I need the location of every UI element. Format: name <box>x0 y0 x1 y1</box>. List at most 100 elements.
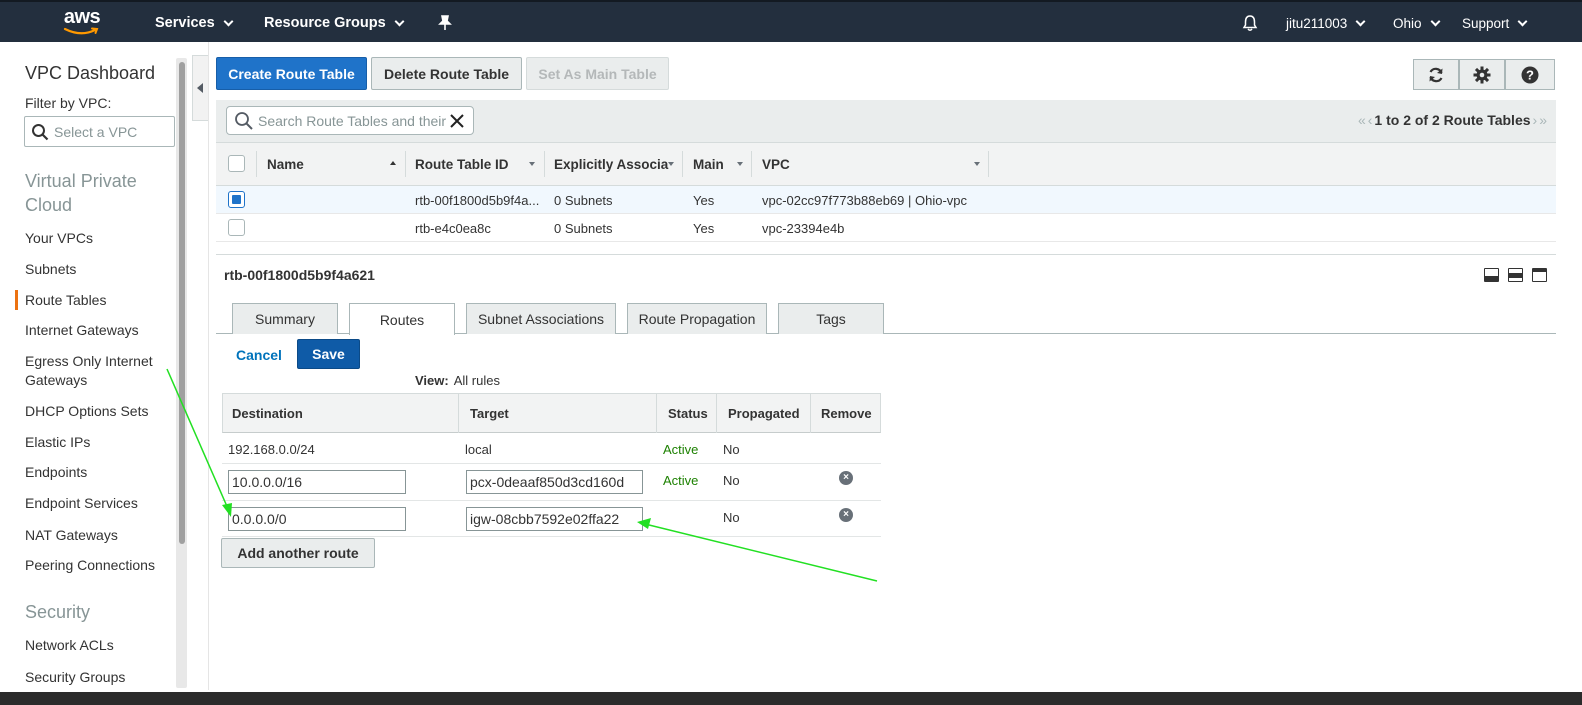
search-input[interactable] <box>258 112 448 129</box>
sidebar-item-endpoint-services[interactable]: Endpoint Services <box>25 494 138 513</box>
pushpin-icon[interactable] <box>438 2 452 44</box>
add-another-route-button[interactable]: Add another route <box>221 538 375 568</box>
routes-column-remove: Remove <box>821 405 872 421</box>
route-propagated-text: No <box>723 510 740 525</box>
svg-text:?: ? <box>1526 67 1534 82</box>
sidebar-item-elastic-ips[interactable]: Elastic IPs <box>25 433 90 452</box>
chevron-down-icon <box>1355 16 1366 26</box>
sidebar-item-network-acls[interactable]: Network ACLs <box>25 636 114 655</box>
remove-route-icon[interactable]: × <box>839 508 853 522</box>
help-button[interactable]: ? <box>1505 59 1555 90</box>
route-status-text: Active <box>663 473 699 488</box>
section-virtual-private-cloud: Virtual Private Cloud <box>25 171 137 215</box>
layout-bottom-icon[interactable] <box>1484 268 1499 282</box>
route-row-divider <box>222 500 881 501</box>
resource-groups-menu[interactable]: Resource Groups <box>264 2 405 44</box>
route-destination-input[interactable] <box>228 470 406 494</box>
view-value: All rules <box>453 373 500 388</box>
prev-page-icon[interactable]: ‹ <box>1368 112 1373 128</box>
services-menu[interactable]: Services <box>155 2 234 44</box>
tab-subnet-associations[interactable]: Subnet Associations <box>466 303 616 334</box>
window-bottom-edge <box>0 692 1582 705</box>
column-header-vpc[interactable]: VPC <box>762 142 790 186</box>
first-page-icon[interactable]: « <box>1358 112 1366 128</box>
column-divider <box>656 393 657 433</box>
route-destination-input[interactable] <box>228 507 406 531</box>
view-filter[interactable]: View: All rules <box>415 373 500 388</box>
column-divider <box>751 151 752 177</box>
row-route-table-id-cell: rtb-00f1800d5b9f4a... <box>415 193 540 208</box>
layout-top-icon[interactable] <box>1532 268 1547 282</box>
region-menu[interactable]: Ohio <box>1393 2 1440 44</box>
vpc-filter-select[interactable]: Select a VPC <box>24 116 175 147</box>
sidebar-item-subnets[interactable]: Subnets <box>25 260 76 279</box>
row-checkbox[interactable] <box>228 191 245 208</box>
row-associations-cell: 0 Subnets <box>554 193 613 208</box>
tab-routes[interactable]: Routes <box>349 303 455 335</box>
row-vpc-cell: vpc-23394e4b <box>762 221 845 236</box>
create-route-table-button[interactable]: Create Route Table <box>216 57 367 90</box>
annotation-arrow-line <box>644 523 878 582</box>
sort-icon[interactable] <box>529 162 535 166</box>
settings-button[interactable] <box>1459 59 1505 90</box>
sidebar-item-peering-connections[interactable]: Peering Connections <box>25 556 155 575</box>
help-icon: ? <box>1521 66 1539 83</box>
sidebar-item-route-tables[interactable]: Route Tables <box>14 290 106 310</box>
sidebar-divider <box>208 42 209 690</box>
sidebar-item-egress-only-internet-gateways[interactable]: Egress Only Internet Gateways <box>25 352 165 390</box>
sidebar-item-endpoints[interactable]: Endpoints <box>25 463 87 482</box>
route-destination-text: 192.168.0.0/24 <box>228 442 315 457</box>
tab-tags[interactable]: Tags <box>778 303 884 334</box>
refresh-button[interactable] <box>1413 59 1459 90</box>
column-header-name[interactable]: Name <box>267 142 304 186</box>
sidebar-item-nat-gateways[interactable]: NAT Gateways <box>25 526 118 545</box>
support-menu[interactable]: Support <box>1462 2 1528 44</box>
route-target-text: local <box>465 442 492 457</box>
section-security: Security <box>25 602 91 622</box>
account-menu[interactable]: jitu211003 <box>1286 2 1366 44</box>
aws-logo[interactable]: aws <box>60 7 104 37</box>
remove-route-icon[interactable]: × <box>839 471 853 485</box>
tab-route-propagation[interactable]: Route Propagation <box>627 303 767 334</box>
row-route-table-id-cell: rtb-e4c0ea8c <box>415 221 491 236</box>
select-all-checkbox[interactable] <box>228 155 245 172</box>
vpc-dashboard-link[interactable]: VPC Dashboard <box>25 63 155 84</box>
clear-search-icon[interactable] <box>450 113 464 128</box>
top-nav-bar: aws Services Resource Groups jitu211003 … <box>0 0 1582 42</box>
row-main-cell: Yes <box>693 193 715 208</box>
search-route-tables-field[interactable] <box>226 106 474 135</box>
delete-route-table-button[interactable]: Delete Route Table <box>371 57 522 90</box>
bell-icon[interactable] <box>1242 2 1258 44</box>
sidebar-item-dhcp-options-sets[interactable]: DHCP Options Sets <box>25 402 148 421</box>
next-page-icon[interactable]: › <box>1533 112 1538 128</box>
row-vpc-cell: vpc-02cc97f773b88eb69 | Ohio-vpc <box>762 193 968 208</box>
detail-panel-divider[interactable] <box>216 254 1556 255</box>
route-target-input[interactable] <box>466 470 643 494</box>
chevron-left-icon <box>197 83 203 93</box>
sidebar: VPC Dashboard Filter by VPC: Select a VP… <box>0 42 186 692</box>
sidebar-item-security-groups[interactable]: Security Groups <box>25 668 125 687</box>
column-header-main[interactable]: Main <box>693 142 724 186</box>
last-page-icon[interactable]: » <box>1539 112 1547 128</box>
sort-asc-icon[interactable] <box>390 161 396 165</box>
save-button[interactable]: Save <box>297 339 360 369</box>
sidebar-item-internet-gateways[interactable]: Internet Gateways <box>25 321 139 340</box>
row-checkbox[interactable] <box>228 219 245 236</box>
cancel-button[interactable]: Cancel <box>236 347 282 363</box>
view-label: View: <box>415 373 449 388</box>
tab-summary[interactable]: Summary <box>232 303 338 334</box>
search-icon <box>32 123 49 140</box>
set-as-main-table-button[interactable]: Set As Main Table <box>526 57 669 90</box>
column-header-route-table-id[interactable]: Route Table ID <box>415 142 509 186</box>
column-header-explicitly-associated[interactable]: Explicitly Associa <box>554 142 669 186</box>
column-divider <box>458 393 459 433</box>
layout-split-icon[interactable] <box>1508 268 1523 282</box>
sidebar-item-your-vpcs[interactable]: Your VPCs <box>25 229 93 248</box>
sidebar-scrollbar-thumb[interactable] <box>179 62 185 544</box>
collapse-sidebar-button[interactable] <box>192 55 208 121</box>
route-target-input[interactable] <box>466 507 643 531</box>
sort-icon[interactable] <box>737 162 743 166</box>
sort-icon[interactable] <box>974 162 980 166</box>
column-divider <box>810 393 811 433</box>
sort-icon[interactable] <box>668 162 674 166</box>
